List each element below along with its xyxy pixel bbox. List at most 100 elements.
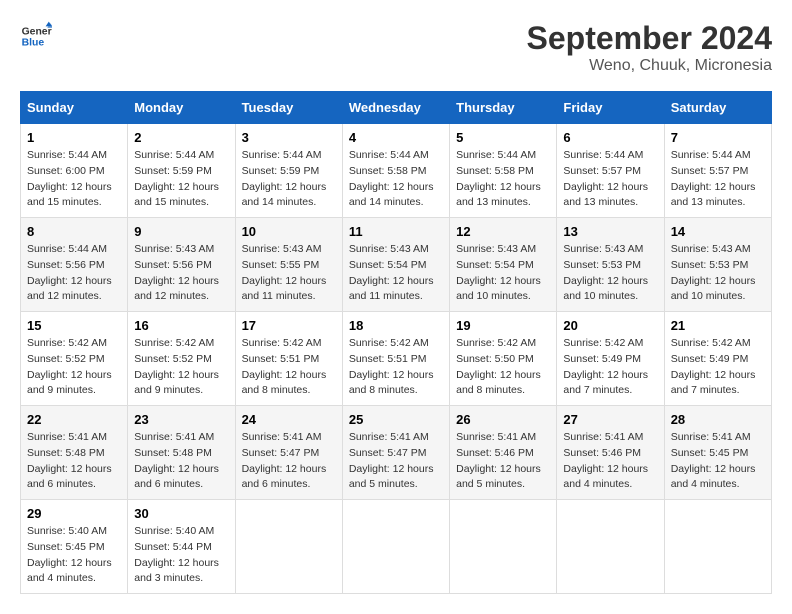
calendar-cell: 29 Sunrise: 5:40 AM Sunset: 5:45 PM Dayl… (21, 500, 128, 594)
day-number: 29 (27, 506, 121, 521)
day-info: Sunrise: 5:44 AM Sunset: 5:58 PM Dayligh… (456, 148, 550, 211)
day-number: 6 (563, 130, 657, 145)
day-number: 13 (563, 224, 657, 239)
column-header-tuesday: Tuesday (235, 92, 342, 124)
day-number: 5 (456, 130, 550, 145)
day-info: Sunrise: 5:43 AM Sunset: 5:56 PM Dayligh… (134, 242, 228, 305)
svg-text:General: General (22, 26, 52, 37)
calendar-cell: 25 Sunrise: 5:41 AM Sunset: 5:47 PM Dayl… (342, 406, 449, 500)
day-number: 21 (671, 318, 765, 333)
day-number: 12 (456, 224, 550, 239)
title-block: September 2024 Weno, Chuuk, Micronesia (527, 20, 772, 75)
day-info: Sunrise: 5:42 AM Sunset: 5:52 PM Dayligh… (27, 336, 121, 399)
column-header-monday: Monday (128, 92, 235, 124)
calendar-cell: 18 Sunrise: 5:42 AM Sunset: 5:51 PM Dayl… (342, 312, 449, 406)
day-number: 14 (671, 224, 765, 239)
day-number: 16 (134, 318, 228, 333)
day-info: Sunrise: 5:42 AM Sunset: 5:52 PM Dayligh… (134, 336, 228, 399)
day-number: 30 (134, 506, 228, 521)
day-info: Sunrise: 5:41 AM Sunset: 5:48 PM Dayligh… (27, 430, 121, 493)
day-info: Sunrise: 5:40 AM Sunset: 5:45 PM Dayligh… (27, 524, 121, 587)
calendar-cell: 16 Sunrise: 5:42 AM Sunset: 5:52 PM Dayl… (128, 312, 235, 406)
calendar-cell: 8 Sunrise: 5:44 AM Sunset: 5:56 PM Dayli… (21, 218, 128, 312)
day-info: Sunrise: 5:41 AM Sunset: 5:48 PM Dayligh… (134, 430, 228, 493)
day-info: Sunrise: 5:42 AM Sunset: 5:49 PM Dayligh… (671, 336, 765, 399)
day-number: 17 (242, 318, 336, 333)
calendar-cell: 17 Sunrise: 5:42 AM Sunset: 5:51 PM Dayl… (235, 312, 342, 406)
day-info: Sunrise: 5:44 AM Sunset: 5:59 PM Dayligh… (242, 148, 336, 211)
day-info: Sunrise: 5:41 AM Sunset: 5:46 PM Dayligh… (563, 430, 657, 493)
day-number: 10 (242, 224, 336, 239)
day-info: Sunrise: 5:44 AM Sunset: 5:59 PM Dayligh… (134, 148, 228, 211)
week-row-4: 22 Sunrise: 5:41 AM Sunset: 5:48 PM Dayl… (21, 406, 772, 500)
day-info: Sunrise: 5:42 AM Sunset: 5:51 PM Dayligh… (349, 336, 443, 399)
logo: General Blue (20, 20, 52, 52)
calendar-cell (235, 500, 342, 594)
calendar-cell: 6 Sunrise: 5:44 AM Sunset: 5:57 PM Dayli… (557, 124, 664, 218)
calendar-table: SundayMondayTuesdayWednesdayThursdayFrid… (20, 91, 772, 594)
calendar-cell: 15 Sunrise: 5:42 AM Sunset: 5:52 PM Dayl… (21, 312, 128, 406)
column-header-wednesday: Wednesday (342, 92, 449, 124)
calendar-cell: 21 Sunrise: 5:42 AM Sunset: 5:49 PM Dayl… (664, 312, 771, 406)
day-number: 24 (242, 412, 336, 427)
svg-text:Blue: Blue (22, 38, 45, 49)
day-info: Sunrise: 5:44 AM Sunset: 5:58 PM Dayligh… (349, 148, 443, 211)
calendar-cell (342, 500, 449, 594)
column-header-thursday: Thursday (450, 92, 557, 124)
day-number: 3 (242, 130, 336, 145)
day-info: Sunrise: 5:43 AM Sunset: 5:55 PM Dayligh… (242, 242, 336, 305)
day-info: Sunrise: 5:44 AM Sunset: 5:57 PM Dayligh… (563, 148, 657, 211)
day-number: 2 (134, 130, 228, 145)
day-number: 28 (671, 412, 765, 427)
calendar-cell: 7 Sunrise: 5:44 AM Sunset: 5:57 PM Dayli… (664, 124, 771, 218)
calendar-cell (450, 500, 557, 594)
day-info: Sunrise: 5:44 AM Sunset: 6:00 PM Dayligh… (27, 148, 121, 211)
calendar-cell: 19 Sunrise: 5:42 AM Sunset: 5:50 PM Dayl… (450, 312, 557, 406)
day-info: Sunrise: 5:43 AM Sunset: 5:54 PM Dayligh… (456, 242, 550, 305)
day-info: Sunrise: 5:40 AM Sunset: 5:44 PM Dayligh… (134, 524, 228, 587)
column-header-sunday: Sunday (21, 92, 128, 124)
calendar-cell: 2 Sunrise: 5:44 AM Sunset: 5:59 PM Dayli… (128, 124, 235, 218)
week-row-2: 8 Sunrise: 5:44 AM Sunset: 5:56 PM Dayli… (21, 218, 772, 312)
day-number: 8 (27, 224, 121, 239)
calendar-cell: 4 Sunrise: 5:44 AM Sunset: 5:58 PM Dayli… (342, 124, 449, 218)
page-subtitle: Weno, Chuuk, Micronesia (527, 57, 772, 75)
day-number: 9 (134, 224, 228, 239)
calendar-cell: 14 Sunrise: 5:43 AM Sunset: 5:53 PM Dayl… (664, 218, 771, 312)
calendar-cell: 30 Sunrise: 5:40 AM Sunset: 5:44 PM Dayl… (128, 500, 235, 594)
calendar-cell: 5 Sunrise: 5:44 AM Sunset: 5:58 PM Dayli… (450, 124, 557, 218)
day-info: Sunrise: 5:42 AM Sunset: 5:50 PM Dayligh… (456, 336, 550, 399)
day-info: Sunrise: 5:43 AM Sunset: 5:53 PM Dayligh… (671, 242, 765, 305)
calendar-cell: 13 Sunrise: 5:43 AM Sunset: 5:53 PM Dayl… (557, 218, 664, 312)
day-number: 11 (349, 224, 443, 239)
column-header-friday: Friday (557, 92, 664, 124)
day-number: 23 (134, 412, 228, 427)
day-number: 26 (456, 412, 550, 427)
day-number: 25 (349, 412, 443, 427)
day-info: Sunrise: 5:42 AM Sunset: 5:49 PM Dayligh… (563, 336, 657, 399)
calendar-cell: 11 Sunrise: 5:43 AM Sunset: 5:54 PM Dayl… (342, 218, 449, 312)
day-number: 19 (456, 318, 550, 333)
calendar-cell: 28 Sunrise: 5:41 AM Sunset: 5:45 PM Dayl… (664, 406, 771, 500)
calendar-cell: 1 Sunrise: 5:44 AM Sunset: 6:00 PM Dayli… (21, 124, 128, 218)
day-info: Sunrise: 5:41 AM Sunset: 5:47 PM Dayligh… (349, 430, 443, 493)
day-info: Sunrise: 5:43 AM Sunset: 5:54 PM Dayligh… (349, 242, 443, 305)
day-info: Sunrise: 5:44 AM Sunset: 5:57 PM Dayligh… (671, 148, 765, 211)
calendar-cell: 3 Sunrise: 5:44 AM Sunset: 5:59 PM Dayli… (235, 124, 342, 218)
calendar-cell (557, 500, 664, 594)
column-header-saturday: Saturday (664, 92, 771, 124)
calendar-cell: 9 Sunrise: 5:43 AM Sunset: 5:56 PM Dayli… (128, 218, 235, 312)
calendar-cell (664, 500, 771, 594)
calendar-cell: 22 Sunrise: 5:41 AM Sunset: 5:48 PM Dayl… (21, 406, 128, 500)
week-row-5: 29 Sunrise: 5:40 AM Sunset: 5:45 PM Dayl… (21, 500, 772, 594)
day-info: Sunrise: 5:42 AM Sunset: 5:51 PM Dayligh… (242, 336, 336, 399)
calendar-cell: 20 Sunrise: 5:42 AM Sunset: 5:49 PM Dayl… (557, 312, 664, 406)
calendar-cell: 26 Sunrise: 5:41 AM Sunset: 5:46 PM Dayl… (450, 406, 557, 500)
day-number: 20 (563, 318, 657, 333)
logo-icon: General Blue (20, 20, 52, 52)
day-number: 1 (27, 130, 121, 145)
page-header: General Blue September 2024 Weno, Chuuk,… (20, 20, 772, 75)
calendar-cell: 10 Sunrise: 5:43 AM Sunset: 5:55 PM Dayl… (235, 218, 342, 312)
week-row-1: 1 Sunrise: 5:44 AM Sunset: 6:00 PM Dayli… (21, 124, 772, 218)
day-info: Sunrise: 5:41 AM Sunset: 5:47 PM Dayligh… (242, 430, 336, 493)
